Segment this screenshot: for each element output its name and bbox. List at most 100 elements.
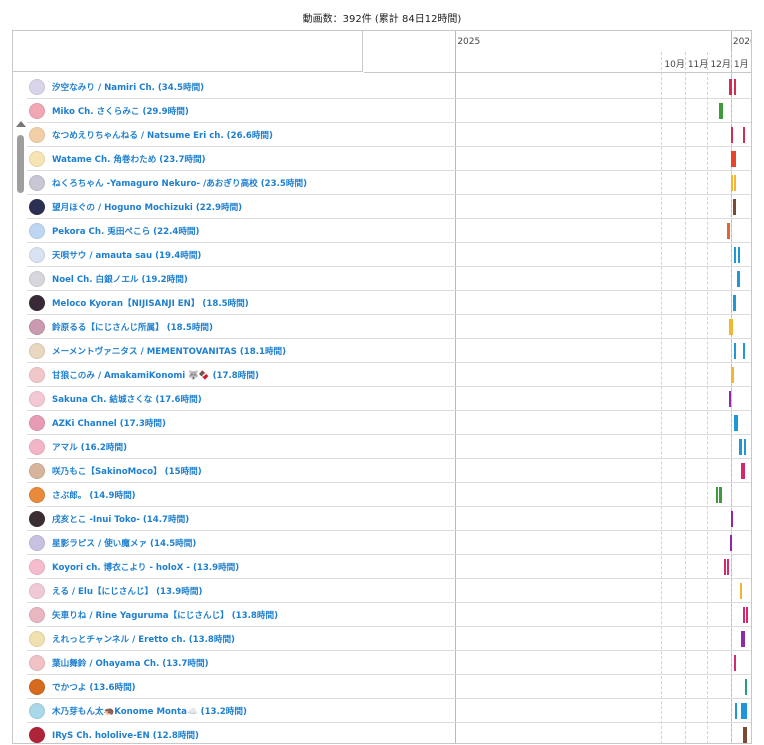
channel-avatar — [29, 367, 45, 383]
video-bar[interactable] — [732, 367, 735, 383]
channel-row[interactable]: AZKi Channel (17.3時間) — [29, 411, 363, 435]
month-tick-label: 1月 — [733, 60, 749, 70]
video-bar[interactable] — [745, 607, 748, 623]
video-bar[interactable] — [738, 271, 741, 287]
channel-row[interactable]: Noel Ch. 白銀ノエル (19.2時間) — [29, 267, 363, 291]
channel-row[interactable]: 葉山舞鈴 / Ohayama Ch. (13.7時間) — [29, 651, 363, 675]
channel-link[interactable]: 葉山舞鈴 / Ohayama Ch. (13.7時間) — [52, 657, 209, 669]
channel-row[interactable]: Miko Ch. さくらみこ (29.9時間) — [29, 99, 363, 123]
video-bar[interactable] — [733, 295, 736, 311]
video-bar[interactable] — [739, 439, 742, 455]
video-bar[interactable] — [733, 175, 736, 191]
channel-row[interactable]: 汐空なみり / Namiri Ch. (34.5時間) — [29, 75, 363, 99]
video-bar[interactable] — [744, 727, 747, 743]
video-bar[interactable] — [733, 247, 736, 263]
channel-link[interactable]: なつめえりちゃんねる / Natsume Eri ch. (26.6時間) — [52, 129, 273, 141]
video-bar[interactable] — [728, 223, 731, 239]
channel-row[interactable]: Pekora Ch. 兎田ぺこら (22.4時間) — [29, 219, 363, 243]
channel-link[interactable]: える / Elu【にじさんじ】 (13.9時間) — [52, 585, 202, 597]
video-bar[interactable] — [720, 103, 723, 119]
scroll-up-arrow-icon[interactable] — [16, 121, 26, 127]
channel-link[interactable]: ねくろちゃん -Yamaguro Nekuro- /あおぎり高校 (23.5時間… — [52, 177, 307, 189]
video-bar[interactable] — [735, 415, 738, 431]
video-bar[interactable] — [729, 79, 732, 95]
channel-link[interactable]: えれっとチャンネル / Eretto ch. (13.8時間) — [52, 633, 235, 645]
video-bar[interactable] — [716, 487, 719, 503]
channel-link[interactable]: 矢車りね / Rine Yaguruma【にじさんじ】 (13.8時間) — [52, 609, 278, 621]
channel-link[interactable]: 木乃芽もん太🦔Konome Monta☁️ (13.2時間) — [52, 705, 247, 717]
video-bar[interactable] — [734, 655, 737, 671]
channel-link[interactable]: Watame Ch. 角巻わため (23.7時間) — [52, 153, 206, 165]
video-bar[interactable] — [726, 559, 729, 575]
channel-link[interactable]: メーメントヴァニタス / MEMENTOVANITAS (18.1時間) — [52, 345, 286, 357]
channel-link[interactable]: 望月ほぐの / Hoguno Mochizuki (22.9時間) — [52, 201, 242, 213]
channel-avatar — [29, 295, 45, 311]
channel-row[interactable]: 鈴原るる【にじさんじ所属】 (18.5時間) — [29, 315, 363, 339]
video-bar[interactable] — [723, 559, 726, 575]
channel-link[interactable]: Meloco Kyoran【NIJISANJI EN】 (18.5時間) — [52, 297, 249, 309]
channel-link[interactable]: 天唄サウ / amauta sau (19.4時間) — [52, 249, 201, 261]
video-bar[interactable] — [744, 703, 747, 719]
channel-row[interactable]: 星影ラピス / 使い魔メァ (14.5時間) — [29, 531, 363, 555]
channel-link[interactable]: 戌亥とこ -Inui Toko- (14.7時間) — [52, 513, 189, 525]
channel-avatar — [29, 79, 45, 95]
video-bar[interactable] — [729, 391, 732, 407]
channel-row[interactable]: Meloco Kyoran【NIJISANJI EN】 (18.5時間) — [29, 291, 363, 315]
video-bar[interactable] — [742, 463, 745, 479]
channel-link[interactable]: 汐空なみり / Namiri Ch. (34.5時間) — [52, 81, 204, 93]
video-bar[interactable] — [744, 679, 747, 695]
channel-row[interactable]: えれっとチャンネル / Eretto ch. (13.8時間) — [29, 627, 363, 651]
video-bar[interactable] — [729, 535, 732, 551]
channel-link[interactable]: 甘狼このみ / AmakamiKonomi 🐺🍫 (17.8時間) — [52, 369, 259, 381]
channel-row[interactable]: アマル (16.2時間) — [29, 435, 363, 459]
channel-link[interactable]: 咲乃もこ【SakinoMoco】 (15時間) — [52, 465, 202, 477]
channel-row[interactable]: Watame Ch. 角巻わため (23.7時間) — [29, 147, 363, 171]
channel-row[interactable]: 矢車りね / Rine Yaguruma【にじさんじ】 (13.8時間) — [29, 603, 363, 627]
channel-link[interactable]: さぶ郎。 (14.9時間) — [52, 489, 136, 501]
video-bar[interactable] — [733, 151, 736, 167]
channel-link[interactable]: Koyori ch. 博衣こより - holoX - (13.9時間) — [52, 561, 239, 573]
channel-row[interactable]: IRyS Ch. hololive-EN (12.8時間) — [29, 723, 363, 743]
channel-row[interactable]: 木乃芽もん太🦔Konome Monta☁️ (13.2時間) — [29, 699, 363, 723]
channel-link[interactable]: IRyS Ch. hololive-EN (12.8時間) — [52, 729, 199, 741]
video-bar[interactable] — [731, 511, 734, 527]
channel-row[interactable]: 戌亥とこ -Inui Toko- (14.7時間) — [29, 507, 363, 531]
channel-row[interactable]: でかつよ (13.6時間) — [29, 675, 363, 699]
channel-row[interactable]: 天唄サウ / amauta sau (19.4時間) — [29, 243, 363, 267]
channel-link[interactable]: Noel Ch. 白銀ノエル (19.2時間) — [52, 273, 188, 285]
video-bar[interactable] — [731, 127, 734, 143]
channel-row[interactable]: 甘狼このみ / AmakamiKonomi 🐺🍫 (17.8時間) — [29, 363, 363, 387]
video-bar[interactable] — [742, 343, 745, 359]
video-bar[interactable] — [734, 343, 737, 359]
video-bar[interactable] — [742, 631, 745, 647]
video-bar[interactable] — [744, 439, 747, 455]
channel-link[interactable]: Miko Ch. さくらみこ (29.9時間) — [52, 105, 189, 117]
channel-row[interactable]: 咲乃もこ【SakinoMoco】 (15時間) — [29, 459, 363, 483]
channel-row[interactable]: Koyori ch. 博衣こより - holoX - (13.9時間) — [29, 555, 363, 579]
video-bar[interactable] — [720, 487, 723, 503]
channel-row[interactable]: Sakuna Ch. 結城さくな (17.6時間) — [29, 387, 363, 411]
video-bar[interactable] — [731, 319, 734, 335]
channel-row[interactable]: なつめえりちゃんねる / Natsume Eri ch. (26.6時間) — [29, 123, 363, 147]
video-bar[interactable] — [733, 199, 736, 215]
video-bar[interactable] — [740, 583, 743, 599]
channel-avatar — [29, 199, 45, 215]
channel-row[interactable]: ねくろちゃん -Yamaguro Nekuro- /あおぎり高校 (23.5時間… — [29, 171, 363, 195]
channel-row[interactable]: える / Elu【にじさんじ】 (13.9時間) — [29, 579, 363, 603]
channel-link[interactable]: Sakuna Ch. 結城さくな (17.6時間) — [52, 393, 202, 405]
channel-link[interactable]: 鈴原るる【にじさんじ所属】 (18.5時間) — [52, 321, 213, 333]
video-bar[interactable] — [738, 247, 741, 263]
video-bar[interactable] — [742, 127, 745, 143]
channel-link[interactable]: AZKi Channel (17.3時間) — [52, 417, 166, 429]
channel-link[interactable]: Pekora Ch. 兎田ぺこら (22.4時間) — [52, 225, 199, 237]
video-bar[interactable] — [735, 703, 738, 719]
channel-link[interactable]: アマル (16.2時間) — [52, 441, 127, 453]
channel-link[interactable]: でかつよ (13.6時間) — [52, 681, 136, 693]
video-bar[interactable] — [734, 79, 737, 95]
scrollbar-thumb[interactable] — [17, 135, 24, 193]
channel-link[interactable]: 星影ラピス / 使い魔メァ (14.5時間) — [52, 537, 196, 549]
channel-row[interactable]: さぶ郎。 (14.9時間) — [29, 483, 363, 507]
channel-row[interactable]: メーメントヴァニタス / MEMENTOVANITAS (18.1時間) — [29, 339, 363, 363]
vertical-scrollbar[interactable] — [13, 73, 27, 743]
channel-row[interactable]: 望月ほぐの / Hoguno Mochizuki (22.9時間) — [29, 195, 363, 219]
